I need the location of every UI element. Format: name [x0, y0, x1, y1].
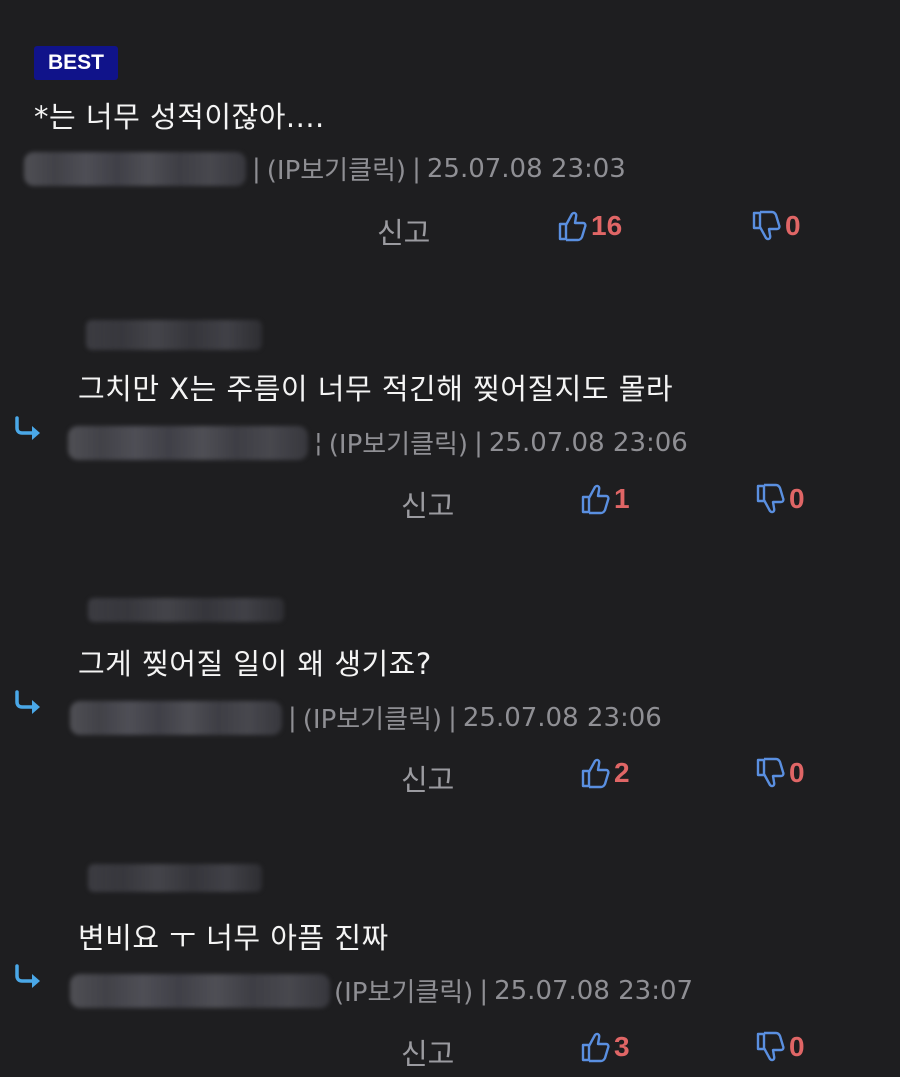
- author-name-blurred[interactable]: [70, 700, 282, 735]
- separator: |: [479, 975, 489, 1006]
- dislike-button[interactable]: 0: [755, 757, 805, 789]
- timestamp: 25.07.08 23:06: [462, 702, 662, 733]
- dislike-count: 0: [789, 1031, 805, 1062]
- thumbs-up-icon: [557, 210, 587, 242]
- comment-text: 변비요 ㅜ 너무 아픔 진짜: [78, 921, 389, 955]
- separator: |: [474, 427, 483, 458]
- thumbs-up-icon: [580, 1031, 610, 1063]
- like-button[interactable]: 16: [557, 210, 622, 242]
- author-name-blurred[interactable]: [68, 425, 308, 460]
- best-badge: BEST: [34, 46, 119, 80]
- author-name-blurred[interactable]: [70, 973, 330, 1008]
- thumbs-down-icon: [755, 757, 785, 789]
- reply-arrow-icon: [15, 690, 40, 714]
- like-count: 3: [614, 1031, 630, 1062]
- thumbs-up-icon: [580, 483, 610, 515]
- like-button[interactable]: 2: [580, 757, 630, 789]
- comment-meta: ¦ (IP보기클릭) | 25.07.08 23:06: [68, 424, 688, 461]
- like-button[interactable]: 3: [580, 1031, 630, 1063]
- report-button[interactable]: 신고: [401, 757, 454, 799]
- thumbs-up-icon: [580, 757, 610, 789]
- report-button[interactable]: 신고: [377, 210, 430, 252]
- dislike-count: 0: [789, 757, 805, 788]
- dislike-count: 0: [789, 483, 805, 514]
- separator: |: [288, 702, 297, 733]
- like-count: 1: [614, 483, 630, 514]
- dislike-count: 0: [785, 210, 801, 241]
- timestamp: 25.07.08 23:06: [488, 427, 688, 458]
- author-name-blurred[interactable]: [24, 151, 246, 186]
- ip-view-link[interactable]: (IP보기클릭): [303, 699, 442, 736]
- dislike-button[interactable]: 0: [751, 210, 801, 242]
- timestamp: 25.07.08 23:03: [426, 153, 626, 184]
- like-count: 16: [591, 210, 623, 241]
- like-count: 2: [614, 757, 630, 788]
- separator: |: [252, 153, 261, 184]
- separator: |: [448, 702, 457, 733]
- parent-quote-blurred: [88, 598, 284, 622]
- comment-meta: | (IP보기클릭) | 25.07.08 23:03: [24, 150, 626, 187]
- separator: |: [412, 153, 421, 184]
- comment-text: *는 너무 성적이잖아....: [34, 100, 325, 134]
- dislike-button[interactable]: 0: [755, 483, 805, 515]
- timestamp: 25.07.08 23:07: [494, 975, 694, 1006]
- comment-meta: (IP보기클릭) | 25.07.08 23:07: [70, 972, 693, 1009]
- reply-arrow-icon: [15, 964, 40, 988]
- reply-arrow-icon: [15, 416, 40, 440]
- comment-text: 그게 찢어질 일이 왜 생기죠?: [78, 647, 432, 681]
- parent-quote-blurred: [88, 864, 262, 892]
- dislike-button[interactable]: 0: [755, 1031, 805, 1063]
- ip-view-link[interactable]: (IP보기클릭): [334, 972, 473, 1009]
- ip-view-link[interactable]: (IP보기클릭): [329, 424, 468, 461]
- comment-text: 그치만 X는 주름이 너무 적긴해 찢어질지도 몰라: [78, 372, 674, 406]
- report-button[interactable]: 신고: [401, 483, 454, 525]
- parent-quote-blurred: [86, 320, 262, 350]
- report-button[interactable]: 신고: [401, 1031, 454, 1073]
- thumbs-down-icon: [751, 210, 781, 242]
- comment-meta: | (IP보기클릭) | 25.07.08 23:06: [70, 699, 662, 736]
- ip-view-link[interactable]: (IP보기클릭): [267, 150, 406, 187]
- thumbs-down-icon: [755, 483, 785, 515]
- separator: ¦: [314, 427, 323, 458]
- like-button[interactable]: 1: [580, 483, 630, 515]
- thumbs-down-icon: [755, 1031, 785, 1063]
